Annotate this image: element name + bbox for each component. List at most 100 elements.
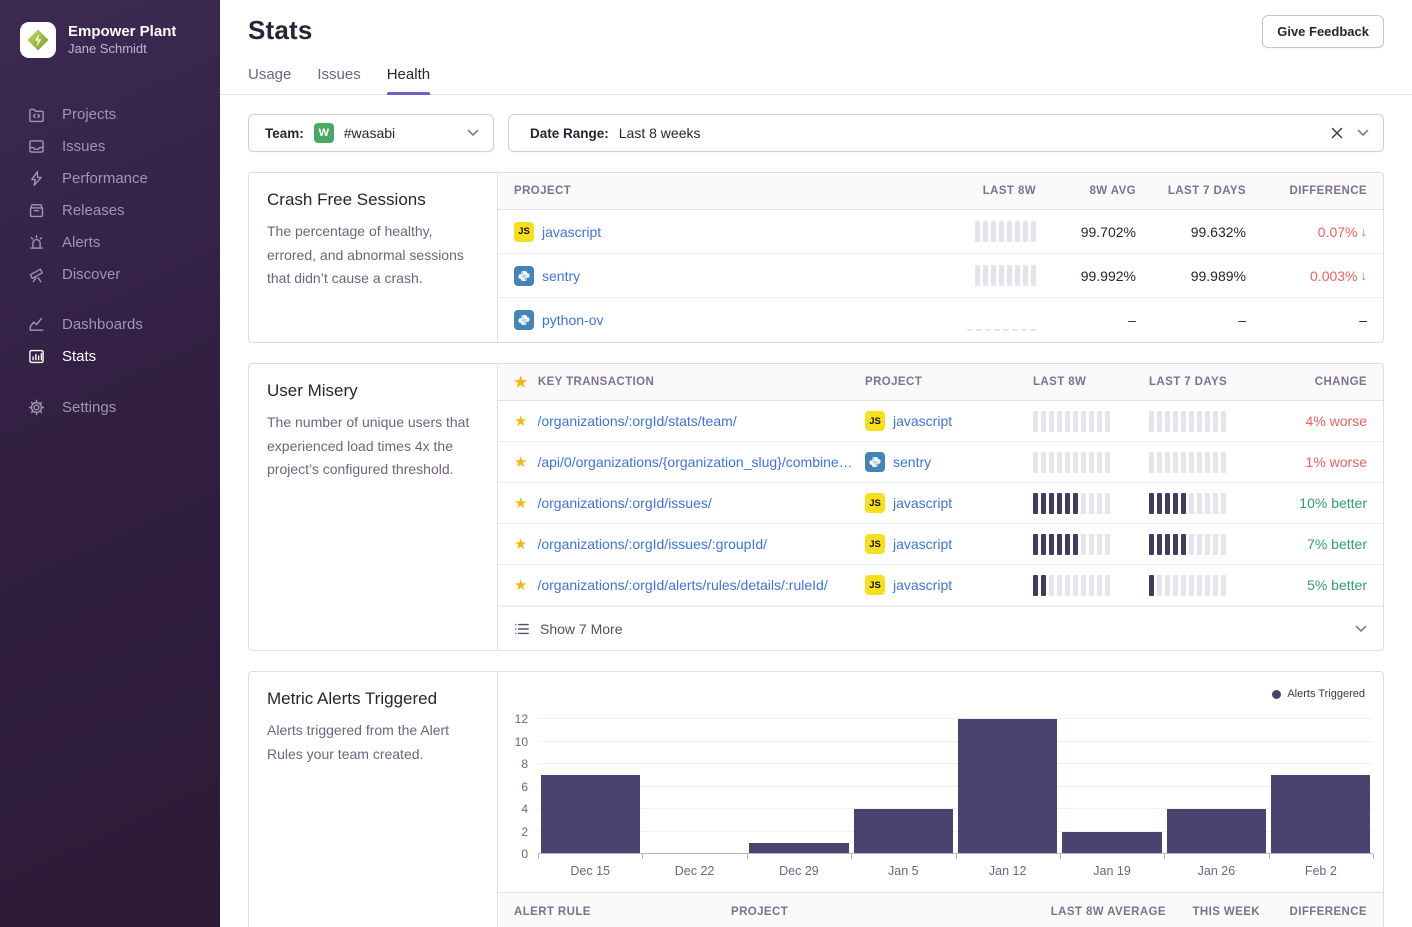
team-avatar: W <box>314 123 334 143</box>
table-row: ★ /organizations/:orgId/issues/ JS javas… <box>498 483 1383 524</box>
user-misery-panel-side: User Misery The number of unique users t… <box>249 364 498 650</box>
date-range-value: Last 8 weeks <box>619 125 701 141</box>
metric-alerts-body: Alerts Triggered 024681012 Dec 15Dec 22D… <box>498 672 1383 927</box>
page-header: Stats Give Feedback <box>220 0 1412 48</box>
chevron-down-icon[interactable] <box>1357 129 1369 137</box>
table-row: ★ /organizations/:orgId/stats/team/ JS j… <box>498 401 1383 442</box>
dashboards-icon <box>27 315 45 333</box>
chevron-down-icon[interactable] <box>1355 625 1367 633</box>
project-link[interactable]: sentry <box>542 268 580 284</box>
metric-alerts-panel: Metric Alerts Triggered Alerts triggered… <box>248 671 1384 927</box>
column-header: LAST 8W <box>916 185 1036 197</box>
tab-usage[interactable]: Usage <box>248 66 291 94</box>
sidebar-item-releases[interactable]: Releases <box>0 194 220 226</box>
app-root: Empower Plant Jane Schmidt Projects Issu… <box>0 0 1412 927</box>
project-link[interactable]: javascript <box>893 495 952 511</box>
difference-value: 0.003%↓ <box>1246 268 1367 284</box>
sidebar-item-performance[interactable]: Performance <box>0 162 220 194</box>
column-header: PROJECT <box>731 906 1014 918</box>
sidebar-item-label: Releases <box>62 202 125 219</box>
sidebar-item-stats[interactable]: Stats <box>0 340 220 372</box>
change-value: 7% better <box>1265 536 1367 552</box>
user-misery-table: ★ KEY TRANSACTION PROJECT LAST 8W LAST 7… <box>498 364 1383 650</box>
panel-description: The percentage of healthy, errored, and … <box>267 220 479 291</box>
table-row: ★ /organizations/:orgId/issues/:groupId/… <box>498 524 1383 565</box>
sidebar-item-label: Performance <box>62 170 148 187</box>
difference-value: – <box>1246 312 1367 328</box>
show-more-row[interactable]: Show 7 More <box>498 606 1383 650</box>
date-range-select[interactable]: Date Range: Last 8 weeks <box>508 114 1384 152</box>
content-area: Team: W #wasabi Date Range: Last 8 weeks <box>220 95 1412 927</box>
change-value: 4% worse <box>1265 413 1367 429</box>
sparkline <box>1033 575 1149 596</box>
sparkline <box>1033 534 1149 555</box>
crash-free-sessions-panel: Crash Free Sessions The percentage of he… <box>248 172 1384 343</box>
panel-title: Metric Alerts Triggered <box>267 689 479 709</box>
table-row: JS javascript 99.702% 99.632% 0.07%↓ <box>498 210 1383 254</box>
project-link[interactable]: javascript <box>893 577 952 593</box>
metric-alerts-panel-side: Metric Alerts Triggered Alerts triggered… <box>249 672 498 927</box>
metric-alerts-chart: Alerts Triggered 024681012 Dec 15Dec 22D… <box>498 672 1383 892</box>
sidebar-item-discover[interactable]: Discover <box>0 258 220 290</box>
last-7d-value: 99.989% <box>1136 268 1246 284</box>
javascript-platform-icon: JS <box>865 493 885 513</box>
python-platform-icon <box>514 266 534 286</box>
sidebar-item-alerts[interactable]: Alerts <box>0 226 220 258</box>
tab-health[interactable]: Health <box>387 66 430 94</box>
difference-value: 0.07%↓ <box>1246 224 1367 240</box>
list-icon <box>514 621 530 637</box>
key-transaction-star-icon[interactable]: ★ <box>514 455 527 470</box>
key-transaction-star-icon[interactable]: ★ <box>514 537 527 552</box>
panel-title: User Misery <box>267 381 479 401</box>
give-feedback-button[interactable]: Give Feedback <box>1262 15 1384 48</box>
sidebar-item-label: Alerts <box>62 234 100 251</box>
table-header-row: ALERT RULE PROJECT LAST 8W AVERAGE THIS … <box>498 892 1383 927</box>
star-icon: ★ <box>514 375 528 390</box>
javascript-platform-icon: JS <box>865 411 885 431</box>
javascript-platform-icon: JS <box>865 534 885 554</box>
date-range-label: Date Range: <box>530 126 609 141</box>
transaction-link[interactable]: /organizations/:orgId/stats/team/ <box>537 413 736 429</box>
org-logo-icon <box>20 22 56 58</box>
sidebar-item-projects[interactable]: Projects <box>0 98 220 130</box>
column-header: CHANGE <box>1265 376 1367 388</box>
key-transaction-star-icon[interactable]: ★ <box>514 496 527 511</box>
column-header: 8W AVG <box>1036 185 1136 197</box>
sidebar-item-settings[interactable]: Settings <box>0 391 220 423</box>
project-link[interactable]: javascript <box>893 413 952 429</box>
sidebar-nav: Projects Issues Performance Releases <box>0 98 220 423</box>
table-header-row: ★ KEY TRANSACTION PROJECT LAST 8W LAST 7… <box>498 364 1383 401</box>
projects-icon <box>27 105 45 123</box>
project-link[interactable]: sentry <box>893 454 931 470</box>
org-names: Empower Plant Jane Schmidt <box>68 23 176 58</box>
chart-legend: Alerts Triggered <box>498 686 1373 702</box>
column-header: LAST 8W <box>1033 376 1149 388</box>
team-select[interactable]: Team: W #wasabi <box>248 114 494 152</box>
tab-issues[interactable]: Issues <box>317 66 360 94</box>
team-select-label: Team: <box>265 126 304 141</box>
sparkline <box>1149 452 1265 473</box>
sparkline <box>1033 411 1149 432</box>
discover-icon <box>27 265 45 283</box>
legend-label: Alerts Triggered <box>1287 688 1365 700</box>
clear-date-icon[interactable] <box>1331 127 1343 139</box>
user-misery-panel: User Misery The number of unique users t… <box>248 363 1384 651</box>
sidebar-item-dashboards[interactable]: Dashboards <box>0 308 220 340</box>
transaction-link[interactable]: /api/0/organizations/{organization_slug}… <box>537 454 852 470</box>
org-switcher[interactable]: Empower Plant Jane Schmidt <box>0 22 220 58</box>
stats-icon <box>27 347 45 365</box>
table-header-row: PROJECT LAST 8W 8W AVG LAST 7 DAYS DIFFE… <box>498 173 1383 210</box>
avg-8w-value: 99.702% <box>1036 224 1136 240</box>
table-row: ★ /organizations/:orgId/alerts/rules/det… <box>498 565 1383 606</box>
releases-icon <box>27 201 45 219</box>
project-link[interactable]: python-ov <box>542 312 603 328</box>
transaction-link[interactable]: /organizations/:orgId/issues/ <box>537 495 711 511</box>
transaction-link[interactable]: /organizations/:orgId/issues/:groupId/ <box>537 536 767 552</box>
key-transaction-star-icon[interactable]: ★ <box>514 578 527 593</box>
table-row: sentry 99.992% 99.989% 0.003%↓ <box>498 254 1383 298</box>
sidebar-item-issues[interactable]: Issues <box>0 130 220 162</box>
transaction-link[interactable]: /organizations/:orgId/alerts/rules/detai… <box>537 577 827 593</box>
project-link[interactable]: javascript <box>893 536 952 552</box>
key-transaction-star-icon[interactable]: ★ <box>514 414 527 429</box>
project-link[interactable]: javascript <box>542 224 601 240</box>
